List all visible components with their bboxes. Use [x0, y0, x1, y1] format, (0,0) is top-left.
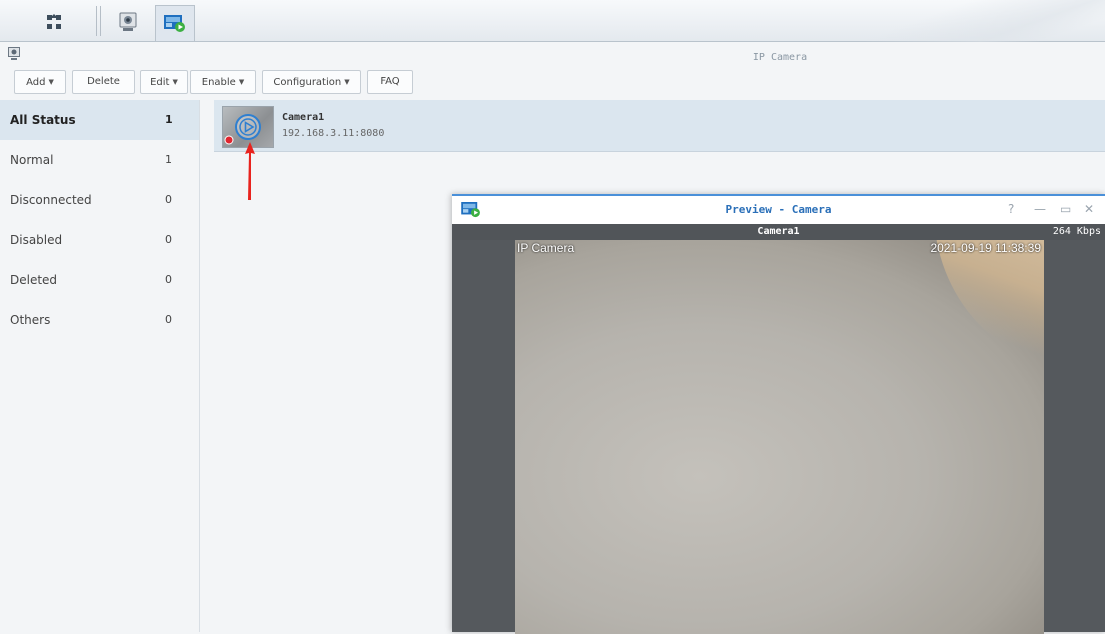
sidebar-item-others[interactable]: Others 0 — [0, 300, 199, 340]
chevron-down-icon: ▼ — [172, 78, 178, 86]
ip-camera-taskbar-button[interactable] — [108, 6, 148, 38]
taskbar — [0, 0, 1105, 42]
sidebar-item-count: 0 — [165, 273, 172, 286]
preview-bitrate: 264 Kbps — [1052, 226, 1101, 237]
recording-status-icon — [224, 135, 234, 145]
sidebar-item-label: Others — [10, 313, 51, 327]
maximize-icon[interactable]: ▭ — [1060, 202, 1071, 216]
sidebar-item-count: 1 — [165, 153, 172, 166]
sidebar-item-label: All Status — [10, 113, 76, 127]
sidebar-item-normal[interactable]: Normal 1 — [0, 140, 199, 180]
preview-window: Preview - Camera ? — ▭ ✕ Camera1 264 Kbp… — [452, 194, 1105, 634]
camera-row[interactable]: Camera1 192.168.3.11:8080 — [214, 100, 1105, 152]
surveillance-taskbar-button[interactable] — [155, 5, 195, 41]
apps-grid-icon — [47, 14, 61, 29]
taskbar-separator — [96, 6, 97, 36]
chevron-down-icon: ▼ — [344, 78, 350, 86]
faq-button[interactable]: FAQ — [367, 70, 413, 94]
sidebar-item-label: Disabled — [10, 233, 63, 247]
sidebar-item-label: Disconnected — [10, 193, 92, 207]
delete-button[interactable]: Delete — [72, 70, 135, 94]
enable-button[interactable]: Enable ▼ — [190, 70, 256, 94]
close-icon[interactable]: ✕ — [1084, 202, 1094, 216]
camera-address: 192.168.3.11:8080 — [282, 128, 385, 139]
video-corner-highlight — [934, 240, 1044, 370]
taskbar-glare — [805, 0, 1105, 42]
sidebar-item-count: 1 — [165, 113, 173, 126]
app-title: IP Camera — [752, 52, 808, 63]
surveillance-app-icon — [164, 14, 185, 32]
faq-button-label: FAQ — [380, 76, 400, 87]
annotation-arrow-icon — [245, 142, 255, 200]
edit-button[interactable]: Edit ▼ — [140, 70, 188, 94]
sidebar-item-count: 0 — [165, 193, 172, 206]
sidebar-item-disconnected[interactable]: Disconnected 0 — [0, 180, 199, 220]
sidebar-item-deleted[interactable]: Deleted 0 — [0, 260, 199, 300]
status-sidebar: All Status 1 Normal 1 Disconnected 0 Dis… — [0, 100, 200, 632]
help-icon[interactable]: ? — [1008, 202, 1014, 216]
enable-button-label: Enable — [201, 77, 236, 88]
preview-info-bar: Camera1 264 Kbps — [452, 224, 1105, 240]
live-video-feed[interactable]: IP Camera 2021-09-19 11:38:39 — [515, 240, 1044, 634]
sidebar-item-label: Deleted — [10, 273, 58, 287]
configuration-button[interactable]: Configuration ▼ — [262, 70, 361, 94]
edit-button-label: Edit — [150, 77, 170, 88]
chevron-down-icon: ▼ — [48, 78, 54, 86]
minimize-icon[interactable]: — — [1034, 202, 1046, 216]
sidebar-item-label: Normal — [10, 153, 54, 167]
chevron-down-icon: ▼ — [238, 78, 245, 86]
add-button-label: Add — [26, 77, 46, 88]
delete-button-label: Delete — [87, 76, 120, 87]
sidebar-item-count: 0 — [165, 233, 172, 246]
sidebar-item-count: 0 — [165, 313, 172, 326]
sidebar-item-disabled[interactable]: Disabled 0 — [0, 220, 199, 260]
video-osd-label: IP Camera — [517, 241, 575, 255]
camera-name: Camera1 — [282, 112, 325, 123]
taskbar-separator — [100, 6, 101, 36]
apps-grid-button[interactable] — [34, 6, 74, 38]
preview-titlebar[interactable]: Preview - Camera ? — ▭ ✕ — [452, 196, 1105, 224]
configuration-button-label: Configuration — [273, 77, 342, 88]
ip-camera-app-icon — [119, 12, 137, 31]
preview-camera-name: Camera1 — [757, 226, 800, 237]
sidebar-item-all-status[interactable]: All Status 1 — [0, 100, 199, 140]
video-osd-timestamp: 2021-09-19 11:38:39 — [930, 241, 1041, 255]
add-button[interactable]: Add ▼ — [14, 70, 66, 94]
